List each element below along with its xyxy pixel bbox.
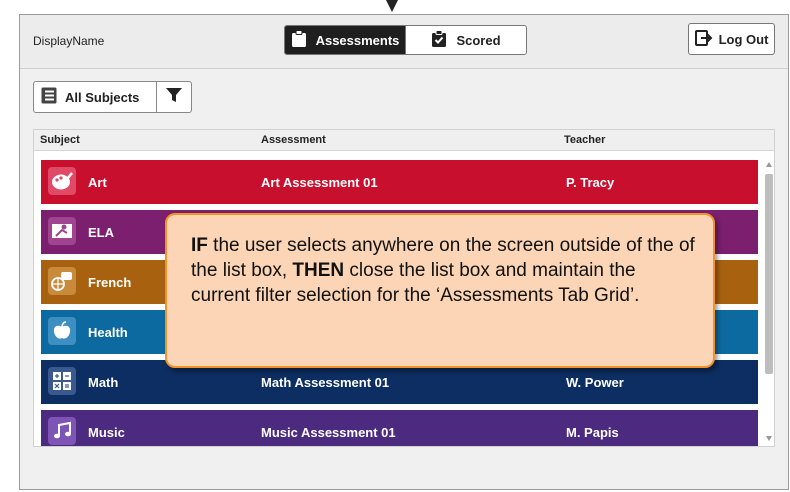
- app-window: DisplayName Assessments Scored Log Out A…: [19, 14, 789, 490]
- row-teacher: M. Papis: [566, 425, 619, 440]
- display-name: DisplayName: [33, 34, 105, 48]
- music-note-icon: [48, 417, 76, 445]
- reading-icon: [48, 217, 76, 245]
- table-row[interactable]: Art Art Assessment 01 P. Tracy: [41, 160, 758, 204]
- clipboard-check-icon: [431, 29, 447, 51]
- pointer-arrow: [386, 0, 398, 12]
- row-subject: Math: [88, 375, 119, 390]
- scroll-thumb[interactable]: [765, 174, 773, 374]
- row-assessment: Math Assessment 01: [261, 375, 390, 390]
- grid-header: Subject Assessment Teacher: [34, 130, 774, 151]
- subject-filter: All Subjects: [33, 81, 192, 113]
- column-header-subject[interactable]: Subject: [40, 134, 80, 146]
- filter-button[interactable]: [156, 82, 191, 112]
- funnel-icon: [165, 86, 183, 109]
- view-tabs: Assessments Scored: [284, 25, 527, 55]
- logout-label: Log Out: [718, 31, 769, 47]
- palette-icon: [48, 167, 76, 195]
- scroll-down-arrow-icon[interactable]: [766, 436, 772, 441]
- calculator-icon: [48, 367, 76, 395]
- row-subject: Art: [88, 175, 107, 190]
- column-header-assessment[interactable]: Assessment: [261, 134, 326, 146]
- grid-scrollbar[interactable]: [764, 160, 774, 443]
- subject-dropdown-label: All Subjects: [65, 89, 140, 105]
- row-assessment: Art Assessment 01: [261, 175, 378, 190]
- tab-scored[interactable]: Scored: [405, 26, 526, 54]
- subject-dropdown[interactable]: All Subjects: [34, 82, 156, 112]
- row-subject: Music: [88, 425, 125, 440]
- annotation-callout: IF the user selects anywhere on the scre…: [165, 213, 715, 368]
- apple-icon: [48, 317, 76, 345]
- tab-label: Assessments: [315, 32, 400, 48]
- row-teacher: W. Power: [566, 375, 624, 390]
- top-bar: DisplayName Assessments Scored Log Out: [20, 15, 788, 69]
- row-subject: French: [88, 275, 132, 290]
- scroll-up-arrow-icon[interactable]: [766, 162, 772, 167]
- callout-if: IF: [191, 235, 208, 256]
- globe-chat-icon: [48, 267, 76, 295]
- row-subject: ELA: [88, 225, 114, 240]
- callout-then: THEN: [292, 260, 345, 281]
- book-icon: [41, 87, 57, 107]
- row-assessment: Music Assessment 01: [261, 425, 396, 440]
- logout-button[interactable]: Log Out: [688, 23, 775, 55]
- tab-assessments[interactable]: Assessments: [285, 26, 405, 54]
- table-row[interactable]: Music Music Assessment 01 M. Papis: [41, 410, 758, 446]
- logout-icon: [694, 29, 713, 49]
- tab-label: Scored: [456, 32, 501, 48]
- column-header-teacher[interactable]: Teacher: [564, 134, 605, 146]
- row-teacher: P. Tracy: [566, 175, 615, 190]
- row-subject: Health: [88, 325, 128, 340]
- clipboard-icon: [291, 29, 307, 51]
